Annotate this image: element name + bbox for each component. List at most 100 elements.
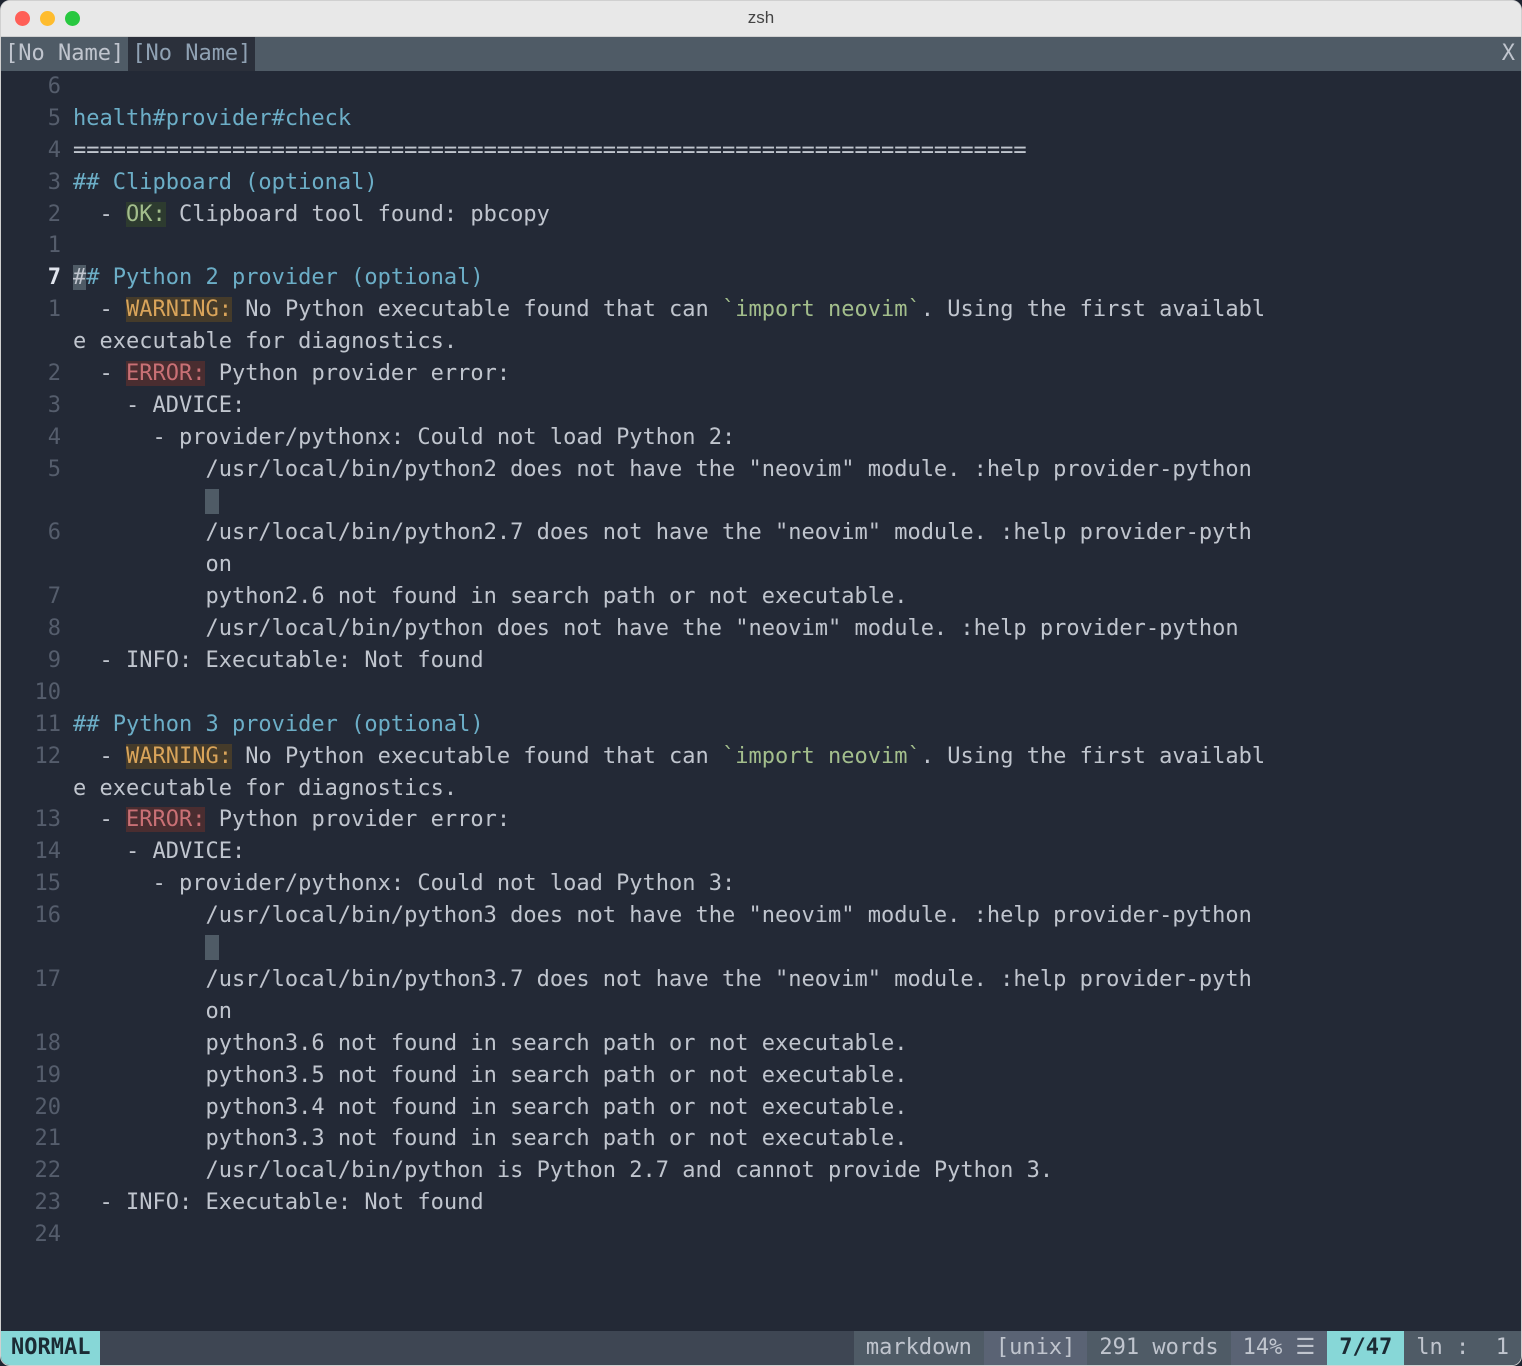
editor-line[interactable]: 14 - ADVICE: [1,836,1521,868]
line-content[interactable]: - ERROR: Python provider error: [73,358,1521,390]
editor-line[interactable]: 12 - WARNING: No Python executable found… [1,741,1521,773]
editor-line[interactable]: 1 - WARNING: No Python executable found … [1,294,1521,326]
line-content[interactable]: /usr/local/bin/python2 does not have the… [73,454,1521,486]
editor-line[interactable]: 5health#provider#check [1,103,1521,135]
line-content[interactable]: python2.6 not found in search path or no… [73,581,1521,613]
editor-line[interactable]: 18 python3.6 not found in search path or… [1,1028,1521,1060]
editor-line[interactable]: 8 /usr/local/bin/python does not have th… [1,613,1521,645]
line-content[interactable]: /usr/local/bin/python is Python 2.7 and … [73,1155,1521,1187]
line-content[interactable]: python3.5 not found in search path or no… [73,1060,1521,1092]
text-segment: # Python 2 provider (optional) [86,265,483,290]
line-content[interactable]: /usr/local/bin/python does not have the … [73,613,1521,645]
editor-line[interactable]: 10 [1,677,1521,709]
line-content[interactable]: - provider/pythonx: Could not load Pytho… [73,422,1521,454]
line-content[interactable] [73,1219,1521,1251]
editor-line[interactable]: 20 python3.4 not found in search path or… [1,1092,1521,1124]
line-content[interactable]: - ERROR: Python provider error: [73,804,1521,836]
text-segment: - [73,202,126,227]
line-content[interactable] [73,677,1521,709]
tab-active[interactable]: [No Name] [1,37,128,71]
line-content[interactable]: e executable for diagnostics. [73,773,1521,805]
line-content[interactable]: ## Python 2 provider (optional) [73,262,1521,294]
line-content[interactable]: - OK: Clipboard tool found: pbcopy [73,199,1521,231]
line-content[interactable]: on [73,549,1521,581]
editor-line[interactable]: 17 /usr/local/bin/python3.7 does not hav… [1,964,1521,996]
editor-line[interactable]: 22 /usr/local/bin/python is Python 2.7 a… [1,1155,1521,1187]
editor-line[interactable]: 11## Python 3 provider (optional) [1,709,1521,741]
line-content[interactable]: - ADVICE: [73,390,1521,422]
editor-line[interactable]: 2 - OK: Clipboard tool found: pbcopy [1,199,1521,231]
editor-line[interactable]: e executable for diagnostics. [1,773,1521,805]
text-segment [205,489,218,514]
editor-line[interactable]: 21 python3.3 not found in search path or… [1,1123,1521,1155]
editor-line[interactable]: 6 /usr/local/bin/python2.7 does not have… [1,517,1521,549]
maximize-icon[interactable] [65,11,80,26]
gutter-number: 2 [1,358,73,390]
line-content[interactable]: python3.4 not found in search path or no… [73,1092,1521,1124]
editor-line[interactable]: 7 python2.6 not found in search path or … [1,581,1521,613]
editor-area[interactable]: 65health#provider#check4================… [1,71,1521,1331]
line-content[interactable]: /usr/local/bin/python3 does not have the… [73,900,1521,932]
line-content[interactable]: python3.3 not found in search path or no… [73,1123,1521,1155]
line-content[interactable] [73,932,1521,964]
line-content[interactable] [73,230,1521,262]
window-title: zsh [748,6,774,31]
gutter-number: 12 [1,741,73,773]
line-content[interactable]: ## Clipboard (optional) [73,167,1521,199]
close-icon[interactable] [15,11,30,26]
statusline: NORMAL markdown [unix] 291 words 14% ☰ 7… [1,1331,1521,1365]
text-segment: - INFO: Executable: Not found [73,1190,484,1215]
line-content[interactable]: python3.6 not found in search path or no… [73,1028,1521,1060]
line-content[interactable]: ========================================… [73,135,1521,167]
line-content[interactable]: - INFO: Executable: Not found [73,645,1521,677]
editor-line[interactable]: 24 [1,1219,1521,1251]
editor-line[interactable]: 7## Python 2 provider (optional) [1,262,1521,294]
line-content[interactable]: on [73,996,1521,1028]
editor-line[interactable]: 3## Clipboard (optional) [1,167,1521,199]
word-count: 291 words [1087,1331,1230,1365]
text-segment: `import neovim` [722,744,921,769]
editor-line[interactable]: 2 - ERROR: Python provider error: [1,358,1521,390]
editor-line[interactable]: 16 /usr/local/bin/python3 does not have … [1,900,1521,932]
gutter-number: 7 [1,581,73,613]
editor-line[interactable]: 23 - INFO: Executable: Not found [1,1187,1521,1219]
editor-line[interactable]: 13 - ERROR: Python provider error: [1,804,1521,836]
editor-line[interactable] [1,486,1521,518]
line-content[interactable]: - WARNING: No Python executable found th… [73,294,1521,326]
line-content[interactable]: - WARNING: No Python executable found th… [73,741,1521,773]
editor-line[interactable]: 5 /usr/local/bin/python2 does not have t… [1,454,1521,486]
editor-line[interactable]: 4 - provider/pythonx: Could not load Pyt… [1,422,1521,454]
line-content[interactable] [73,71,1521,103]
gutter-number [1,549,73,581]
line-content[interactable]: - ADVICE: [73,836,1521,868]
editor-line[interactable]: on [1,549,1521,581]
line-content[interactable]: /usr/local/bin/python3.7 does not have t… [73,964,1521,996]
gutter-number: 8 [1,613,73,645]
text-segment: ERROR: [126,361,205,386]
editor-line[interactable]: 3 - ADVICE: [1,390,1521,422]
text-segment: on [73,999,232,1024]
minimize-icon[interactable] [40,11,55,26]
tab-inactive[interactable]: [No Name] [128,37,255,71]
line-content[interactable]: ## Python 3 provider (optional) [73,709,1521,741]
editor-line[interactable]: 4=======================================… [1,135,1521,167]
line-content[interactable]: - provider/pythonx: Could not load Pytho… [73,868,1521,900]
editor-line[interactable]: 6 [1,71,1521,103]
editor-line[interactable]: 15 - provider/pythonx: Could not load Py… [1,868,1521,900]
editor-line[interactable]: e executable for diagnostics. [1,326,1521,358]
text-segment: /usr/local/bin/python is Python 2.7 and … [73,1158,1053,1183]
line-content[interactable]: health#provider#check [73,103,1521,135]
line-content[interactable]: - INFO: Executable: Not found [73,1187,1521,1219]
line-content[interactable]: e executable for diagnostics. [73,326,1521,358]
text-segment [73,935,205,960]
editor-line[interactable]: on [1,996,1521,1028]
editor-line[interactable]: 1 [1,230,1521,262]
line-content[interactable]: /usr/local/bin/python2.7 does not have t… [73,517,1521,549]
gutter-number: 6 [1,71,73,103]
editor-line[interactable]: 19 python3.5 not found in search path or… [1,1060,1521,1092]
line-content[interactable] [73,486,1521,518]
col-value: 1 [1496,1332,1509,1364]
editor-line[interactable]: 9 - INFO: Executable: Not found [1,645,1521,677]
tab-close-button[interactable]: X [1496,37,1521,71]
editor-line[interactable] [1,932,1521,964]
